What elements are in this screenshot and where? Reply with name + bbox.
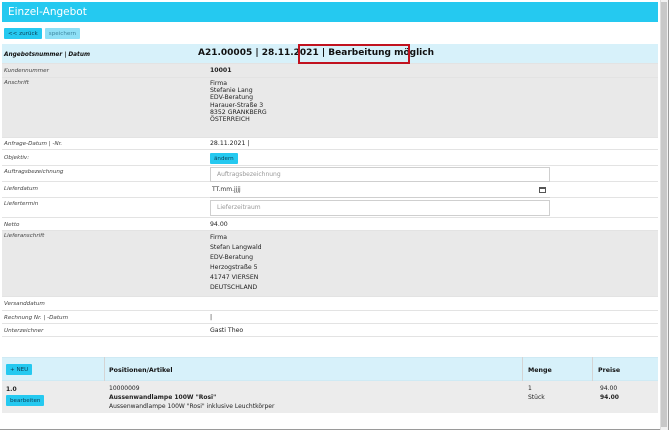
shipping-date-row: Versanddatum [2, 297, 658, 311]
signer-label: Unterzeichner [4, 328, 44, 334]
net-row: Netto 94.00 [2, 218, 658, 231]
calendar-icon[interactable] [539, 187, 546, 193]
object-row: Objektiv: ändern [2, 150, 658, 166]
net-value: 94.00 [210, 221, 228, 228]
address-label: Anschrift [4, 80, 29, 86]
quantity-unit: Stück [528, 394, 545, 401]
object-label: Objektiv: [4, 155, 30, 161]
signer-row: Unterzeichner Gasti Theo [2, 324, 658, 337]
edit-position-button[interactable]: bearbeiten [6, 395, 45, 406]
toolbar: << zurück speichern [4, 28, 81, 40]
signer-value: Gasti Theo [210, 327, 244, 334]
customer-number-label: Kundennummer [4, 68, 49, 74]
positions-table: + NEU Positionen/Artikel Menge Preise 1.… [2, 357, 658, 413]
delivery-address-row: Lieferanschrift Firma Stefan Langwald ED… [2, 231, 658, 297]
invoice-value: | [210, 314, 213, 321]
col-quantity: Menge [528, 367, 552, 374]
delivery-date-input[interactable]: TT.mm.jjjj [210, 183, 550, 198]
inquiry-label: Anfrage-Datum | -Nr. [4, 141, 63, 147]
invoice-label: Rechnung Nr. | -Datum [4, 315, 69, 321]
inquiry-value: 28.11.2021 | [210, 140, 250, 147]
shipping-date-label: Versanddatum [4, 301, 45, 307]
col-prices: Preise [598, 367, 621, 374]
delivery-address-label: Lieferanschrift [4, 233, 45, 239]
position-number: 1.0 [6, 386, 17, 393]
object-change-button[interactable]: ändern [210, 153, 238, 164]
unit-price: 94.00 [600, 385, 618, 392]
save-button[interactable]: speichern [44, 28, 81, 39]
net-label: Netto [4, 222, 20, 228]
order-desc-label: Auftragsbezeichnung [4, 169, 64, 175]
delivery-address-block: Firma Stefan Langwald EDV-Beratung Herzo… [210, 234, 262, 291]
offer-form: Angebotsnummer | Datum A21.00005 | 28.11… [2, 44, 658, 337]
back-button[interactable]: << zurück [4, 28, 42, 39]
article-name: Aussenwandlampe 100W "Rosi" [109, 394, 217, 401]
order-desc-row: Auftragsbezeichnung Auftragsbezeichnung [2, 166, 658, 182]
article-number: 10000009 [109, 385, 140, 392]
total-price: 94.00 [600, 394, 619, 401]
delivery-term-row: Liefertermin Lieferzeitraum [2, 198, 658, 218]
customer-number-row: Kundennummer 10001 [2, 64, 658, 78]
offer-number-label: Angebotsnummer | Datum [4, 52, 90, 58]
address-row: Anschrift Firma Stefanie Lang EDV-Beratu… [2, 78, 658, 138]
inquiry-row: Anfrage-Datum | -Nr. 28.11.2021 | [2, 138, 658, 150]
article-description: Aussenwandlampe 100W "Rosi" inklusive Le… [109, 403, 275, 410]
offer-header-row: Angebotsnummer | Datum A21.00005 | 28.11… [2, 44, 658, 64]
col-articles: Positionen/Artikel [109, 367, 173, 374]
table-row: 1.0 bearbeiten 10000009 Aussenwandlampe … [2, 381, 658, 413]
positions-header: + NEU Positionen/Artikel Menge Preise [2, 357, 658, 381]
window-title: Einzel-Angebot [2, 2, 658, 22]
invoice-row: Rechnung Nr. | -Datum | [2, 311, 658, 324]
delivery-term-input[interactable]: Lieferzeitraum [210, 200, 550, 216]
delivery-date-row: Lieferdatum TT.mm.jjjj [2, 182, 658, 198]
address-block: Firma Stefanie Lang EDV-Beratung Harauer… [210, 80, 267, 124]
scrollbar-thumb[interactable] [661, 2, 667, 427]
delivery-date-value: TT.mm.jjjj [212, 186, 241, 193]
delivery-term-label: Liefertermin [4, 201, 39, 207]
status-highlight-box [298, 44, 410, 64]
quantity-value: 1 [528, 385, 532, 392]
new-position-button[interactable]: + NEU [6, 364, 33, 375]
delivery-date-label: Lieferdatum [4, 186, 38, 192]
order-desc-input[interactable]: Auftragsbezeichnung [210, 167, 550, 182]
customer-number-value: 10001 [210, 67, 232, 74]
